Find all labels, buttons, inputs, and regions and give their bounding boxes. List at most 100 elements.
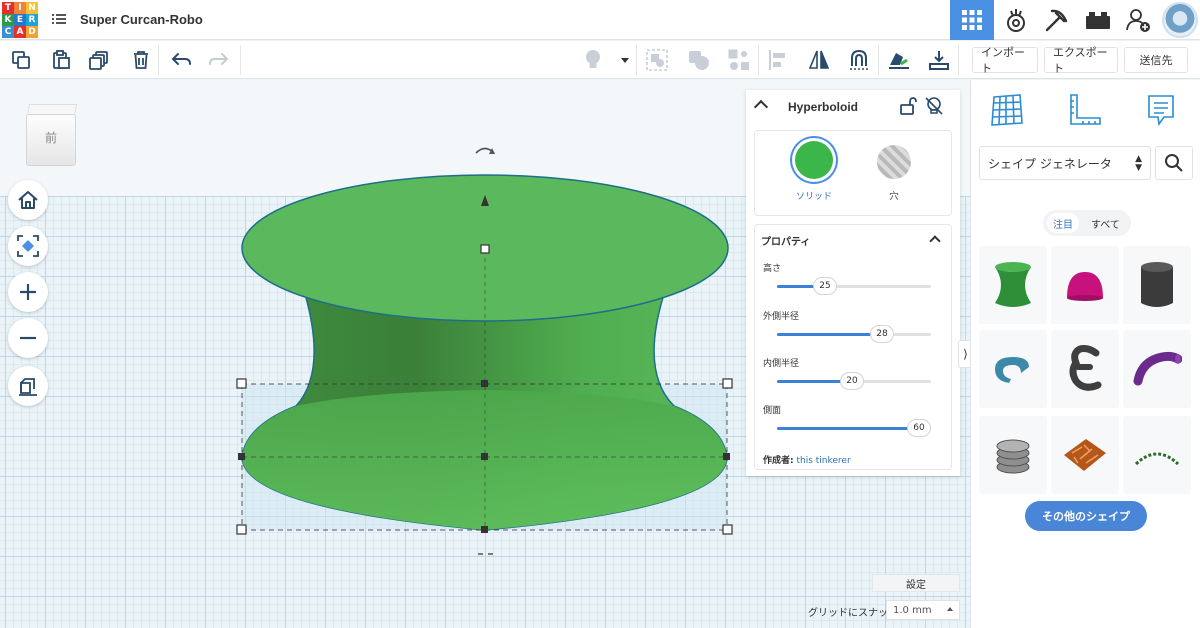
- solid-option[interactable]: [795, 141, 833, 179]
- logo-letter: N: [26, 2, 38, 14]
- collapse-chevron-icon[interactable]: [929, 235, 941, 247]
- logo-letter: K: [2, 14, 14, 26]
- sides-value[interactable]: 60: [907, 419, 931, 437]
- undo-icon[interactable]: [168, 47, 194, 73]
- delete-icon[interactable]: [128, 47, 154, 73]
- filter-all[interactable]: すべて: [1085, 213, 1126, 233]
- chevron-up-icon: [947, 607, 953, 611]
- ruler-icon[interactable]: [1065, 90, 1105, 130]
- solid-hole-selector: ソリッド 穴: [754, 130, 952, 216]
- menu-list-icon[interactable]: [52, 12, 66, 26]
- shape-filter-tabs: 注目 すべて: [1043, 210, 1131, 236]
- unlock-icon[interactable]: [898, 96, 918, 121]
- torus-shape[interactable]: [979, 330, 1047, 408]
- export-button[interactable]: エクスポート: [1044, 46, 1118, 75]
- sides-label: 側面: [763, 406, 782, 416]
- height-value[interactable]: 25: [813, 277, 837, 295]
- properties-panel: プロパティ 高さ 25 外側半径 28 内側半径 20 側面 60 作成者: t…: [754, 224, 952, 470]
- mirror-icon[interactable]: [806, 47, 832, 73]
- toolbar-divider: [758, 45, 759, 75]
- inner-radius-slider[interactable]: 20: [777, 372, 931, 390]
- logo-letter: E: [14, 14, 26, 26]
- light-dropdown-icon[interactable]: [612, 47, 638, 73]
- inspector-header: Hyperboloid: [746, 90, 960, 124]
- align-icon[interactable]: [726, 47, 752, 73]
- edit-toolbar: インポート エクスポート 送信先: [0, 41, 1200, 79]
- avatar[interactable]: [1162, 2, 1198, 38]
- epsilon-letter-shape[interactable]: [1051, 330, 1119, 408]
- send-to-button[interactable]: 送信先: [1124, 47, 1188, 73]
- circuits-icon[interactable]: [994, 0, 1038, 40]
- spring-coil-shape[interactable]: [979, 416, 1047, 494]
- logo-letter: D: [26, 26, 38, 38]
- light-bulb-icon[interactable]: [580, 47, 606, 73]
- cruise-icon[interactable]: [886, 47, 912, 73]
- shape-category-value: シェイプ ジェネレータ: [988, 156, 1112, 171]
- hole-option[interactable]: [877, 145, 911, 179]
- hole-label: 穴: [889, 192, 899, 202]
- toolbar-divider: [158, 45, 159, 75]
- export-icon[interactable]: [926, 47, 952, 73]
- pickaxe-icon[interactable]: [1034, 0, 1078, 40]
- logo-letter: A: [14, 26, 26, 38]
- group-icon[interactable]: [644, 47, 670, 73]
- author-prefix: 作成者:: [763, 456, 794, 466]
- filter-featured[interactable]: 注目: [1047, 213, 1079, 233]
- project-title[interactable]: Super Curcan-Robo: [80, 12, 203, 27]
- workplane-grid-icon[interactable]: [987, 90, 1027, 130]
- cylinder-shape[interactable]: [1123, 246, 1191, 324]
- snap-grid-select[interactable]: 1.0 mm: [886, 600, 960, 620]
- collapse-chevron-icon[interactable]: [753, 99, 769, 115]
- tile-pattern-shape[interactable]: [1051, 416, 1119, 494]
- import-button[interactable]: インポート: [972, 46, 1038, 75]
- grid-view-icon[interactable]: [950, 0, 994, 40]
- hide-light-icon[interactable]: [924, 96, 944, 121]
- solid-label: ソリッド: [795, 192, 832, 202]
- paraboloid-shape[interactable]: [1051, 246, 1119, 324]
- up-down-icon: ▲ ▼: [1135, 154, 1142, 173]
- logo-letter: C: [2, 26, 14, 38]
- toolbar-divider: [636, 45, 637, 75]
- distribute-icon[interactable]: [766, 47, 792, 73]
- outer-radius-slider[interactable]: 28: [777, 325, 931, 343]
- redo-icon[interactable]: [206, 47, 232, 73]
- ungroup-icon[interactable]: [686, 47, 712, 73]
- logo-letter: T: [2, 2, 14, 14]
- settings-button[interactable]: 設定: [872, 574, 960, 592]
- hyperboloid-shape[interactable]: [979, 246, 1047, 324]
- bricks-icon[interactable]: [1076, 0, 1120, 40]
- logo-letter: R: [26, 14, 38, 26]
- shape-name[interactable]: Hyperboloid: [788, 100, 858, 114]
- snap-grid-value: 1.0 mm: [893, 604, 932, 616]
- snap-grid-label: グリッドにスナップ: [808, 608, 898, 619]
- more-shapes-button[interactable]: その他のシェイプ: [1025, 501, 1147, 531]
- add-user-icon[interactable]: [1116, 0, 1160, 40]
- author-line: 作成者: this tinkerer: [763, 453, 851, 466]
- logo-letter: I: [14, 2, 26, 14]
- shape-category-select[interactable]: シェイプ ジェネレータ ▲ ▼: [979, 146, 1151, 180]
- height-label: 高さ: [763, 264, 782, 274]
- search-icon[interactable]: [1155, 146, 1193, 180]
- properties-title: プロパティ: [761, 237, 811, 248]
- shape-inspector: Hyperboloid ソリッド 穴 プロパティ 高さ 25 外側半径 28 内…: [746, 90, 960, 476]
- inner-radius-value[interactable]: 20: [840, 372, 864, 390]
- duplicate-icon[interactable]: [86, 47, 112, 73]
- inner-radius-label: 内側半径: [763, 359, 800, 369]
- sides-slider[interactable]: 60: [777, 419, 931, 437]
- height-slider[interactable]: 25: [777, 277, 931, 295]
- toolbar-divider: [240, 45, 241, 75]
- shapes-panel: シェイプ ジェネレータ ▲ ▼ 注目 すべて その他のシェイプ: [970, 80, 1200, 628]
- author-link[interactable]: this tinkerer: [796, 456, 850, 466]
- top-bar: TINKERCAD Super Curcan-Robo: [0, 0, 1200, 40]
- arc-text-shape[interactable]: [1123, 416, 1191, 494]
- outer-radius-label: 外側半径: [763, 312, 800, 322]
- toolbar-divider: [878, 45, 879, 75]
- toolbar-divider: [958, 45, 959, 75]
- bent-tube-shape[interactable]: [1123, 330, 1191, 408]
- notes-icon[interactable]: [1141, 90, 1181, 130]
- paste-icon[interactable]: [48, 47, 74, 73]
- tinkercad-logo[interactable]: TINKERCAD: [2, 2, 38, 38]
- copy-icon[interactable]: [8, 47, 34, 73]
- workplane-magnet-icon[interactable]: [846, 47, 872, 73]
- outer-radius-value[interactable]: 28: [870, 325, 894, 343]
